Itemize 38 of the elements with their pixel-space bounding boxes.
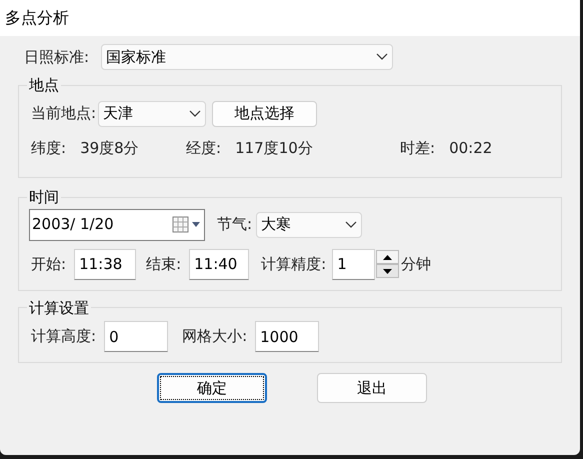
field-label: 计算精度: bbox=[261, 254, 326, 275]
field-label: 结束: bbox=[146, 254, 182, 275]
down-arrow-icon bbox=[383, 268, 392, 274]
dialog-button[interactable]: 确定 bbox=[157, 373, 267, 403]
field-label: 网格大小: bbox=[182, 326, 248, 348]
dialog-button[interactable]: 退出 bbox=[317, 373, 427, 403]
solar-term-dropdown[interactable]: 大寒 bbox=[256, 212, 362, 238]
location-dropdown[interactable]: 天津 bbox=[98, 100, 206, 126]
up-arrow-icon bbox=[383, 254, 392, 260]
group-title: 时间 bbox=[28, 187, 60, 208]
chevron-down-icon bbox=[376, 53, 388, 61]
chevron-down-icon bbox=[189, 110, 202, 118]
window-title: 多点分析 bbox=[5, 7, 69, 29]
field-label: 开始: bbox=[31, 254, 66, 275]
info-value: 117度10分 bbox=[235, 138, 313, 158]
standard-dropdown[interactable]: 国家标准 bbox=[101, 44, 394, 70]
chevron-down-icon bbox=[345, 220, 358, 228]
height-field[interactable]: 0 bbox=[104, 321, 168, 352]
info-value: 00:22 bbox=[449, 138, 492, 158]
unit-label: 分钟 bbox=[401, 254, 432, 275]
grid-size-field[interactable]: 1000 bbox=[255, 321, 320, 352]
precision-field[interactable]: 1 bbox=[332, 248, 376, 280]
calendar-icon bbox=[172, 216, 202, 234]
field-label: 当前地点: bbox=[31, 103, 96, 124]
group-title: 计算设置 bbox=[28, 298, 90, 318]
start-time-field[interactable]: 11:38 bbox=[74, 248, 136, 280]
select-location-button[interactable]: 地点选择 bbox=[212, 100, 318, 126]
date-picker[interactable]: 2003/ 1/20 bbox=[29, 208, 205, 240]
group-title: 地点 bbox=[28, 75, 60, 96]
field-label: 节气: bbox=[217, 214, 252, 236]
field-label: 日照标准: bbox=[24, 46, 90, 68]
info-value: 39度8分 bbox=[80, 138, 139, 158]
spinner[interactable] bbox=[376, 250, 400, 278]
info-label: 经度: bbox=[186, 138, 222, 158]
info-label: 纬度: bbox=[31, 138, 66, 158]
field-label: 计算高度: bbox=[31, 326, 96, 348]
info-label: 时差: bbox=[400, 138, 436, 158]
end-time-field[interactable]: 11:40 bbox=[189, 248, 250, 280]
